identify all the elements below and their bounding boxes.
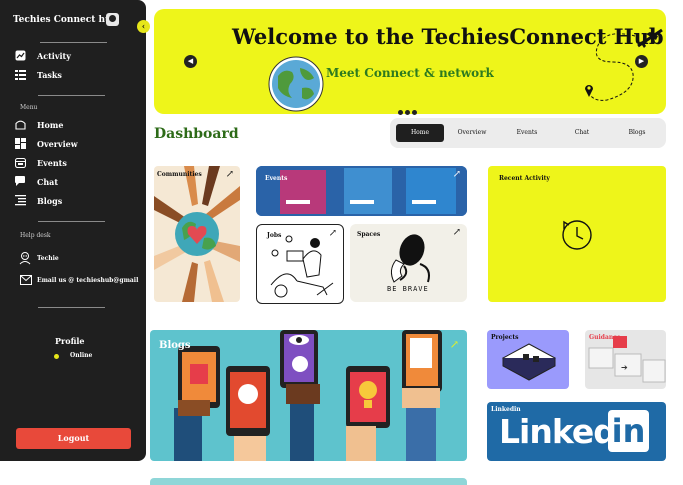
task-list-icon — [15, 69, 26, 80]
grid-icon — [15, 138, 26, 149]
sidebar-item-label: Blogs — [37, 195, 63, 206]
help-heading: Help desk — [20, 232, 51, 239]
divider — [38, 95, 105, 96]
status-label: Online — [70, 352, 93, 359]
sidebar-item-blogs[interactable]: Blogs — [15, 195, 62, 206]
calendar-icon — [15, 157, 26, 168]
app-title: Techies Connect hub — [13, 15, 118, 25]
linkedin-logo-text: Linked — [499, 412, 617, 451]
sidebar-item-label: Events — [37, 157, 67, 168]
sidebar-item-overview[interactable]: Overview — [15, 138, 78, 149]
collapse-sidebar-button[interactable]: ‹ — [137, 20, 150, 33]
sidebar-item-home[interactable]: Home — [15, 119, 63, 130]
sidebar-item-label: Home — [37, 119, 64, 130]
tab-bar: Home Overview Events Chat Blogs — [390, 118, 666, 148]
location-pin-icon — [584, 82, 594, 101]
card-label: Spaces — [357, 231, 381, 238]
next-card-peek — [150, 478, 467, 485]
sidebar-item-label: Overview — [37, 138, 78, 149]
communities-card[interactable]: Communities ↗ — [154, 166, 240, 302]
list-icon — [15, 195, 26, 206]
sidebar: Techies Connect hub Activity Tasks Menu … — [0, 0, 146, 461]
dashboard-title: Dashboard — [154, 126, 239, 142]
profile-label[interactable]: Profile — [55, 336, 85, 346]
history-icon — [562, 220, 592, 250]
tab-chat[interactable]: Chat — [555, 124, 609, 142]
linkedin-card[interactable]: Linkedin Linked in — [487, 402, 666, 461]
trend-chart-icon — [15, 50, 26, 61]
jobs-card[interactable]: Jobs ↗ — [256, 224, 344, 304]
arrow-up-right-icon: ↗ — [449, 338, 459, 351]
tab-blogs[interactable]: Blogs — [610, 124, 664, 142]
svg-text:➔: ➔ — [621, 363, 628, 372]
projects-card[interactable]: Projects — [487, 330, 569, 389]
sidebar-item-label: Email us @ techieshub@gmail — [37, 276, 139, 284]
hands-illustration — [154, 166, 240, 302]
tab-overview[interactable]: Overview — [445, 124, 499, 142]
arrow-up-right-icon: ↗ — [225, 169, 234, 180]
divider — [38, 221, 105, 222]
blogs-card[interactable]: Blogs ↗ — [150, 330, 467, 461]
banner-subtitle: Meet Connect & network — [326, 66, 494, 80]
sidebar-item-label: Activity — [37, 50, 71, 61]
divider — [40, 42, 107, 43]
chat-icon — [15, 176, 26, 187]
linkedin-in-icon: in — [608, 410, 649, 452]
arrow-up-right-icon: ↗ — [452, 227, 461, 238]
robot-icon — [18, 251, 32, 265]
tab-events[interactable]: Events — [500, 124, 554, 142]
carousel-dots[interactable] — [397, 100, 418, 119]
sidebar-item-label: Tasks — [37, 69, 62, 80]
card-label: Events — [265, 175, 288, 182]
recent-activity-card[interactable]: Recent Activity — [488, 166, 666, 302]
projects-illustration — [501, 343, 557, 381]
card-label: Jobs — [267, 232, 282, 239]
events-card[interactable]: Events ↗ — [256, 166, 467, 216]
sidebar-item-chat[interactable]: Chat — [15, 176, 58, 187]
arrow-up-right-icon: ↗ — [452, 169, 461, 180]
sidebar-item-label: Techie — [37, 254, 59, 262]
sidebar-item-activity[interactable]: Activity — [15, 50, 71, 61]
home-icon — [15, 119, 26, 130]
logout-button[interactable]: Logout — [16, 428, 131, 449]
sidebar-item-tasks[interactable]: Tasks — [15, 69, 62, 80]
card-label: Recent Activity — [499, 175, 550, 182]
phones-illustration — [174, 330, 442, 461]
card-label: Communities — [157, 171, 202, 178]
divider — [38, 307, 105, 308]
status-dot — [54, 354, 59, 359]
card-label: Projects — [491, 334, 519, 341]
card-label: Guidance — [589, 334, 621, 341]
card-label: Blogs — [159, 340, 191, 351]
spaces-card[interactable]: Spaces ↗ BE BRAVE — [350, 224, 467, 302]
chevron-left-icon[interactable]: ◀ — [184, 55, 197, 68]
sidebar-item-events[interactable]: Events — [15, 157, 67, 168]
sidebar-item-label: Chat — [37, 176, 59, 187]
mail-icon — [20, 275, 32, 285]
sidebar-item-techie[interactable]: Techie — [18, 251, 59, 265]
brave-figure-illustration — [390, 234, 430, 283]
guidance-card[interactable]: ➔ Guidance — [585, 330, 666, 389]
globe-icon — [268, 56, 324, 116]
tab-home[interactable]: Home — [396, 124, 444, 142]
moon-icon[interactable] — [106, 13, 119, 26]
event-badges-illustration — [256, 166, 467, 216]
arrow-up-right-icon: ↗ — [328, 228, 337, 239]
menu-heading: Menu — [20, 104, 38, 111]
sidebar-item-email[interactable]: Email us @ techieshub@gmail — [20, 275, 138, 285]
spaces-caption: BE BRAVE — [387, 285, 429, 293]
